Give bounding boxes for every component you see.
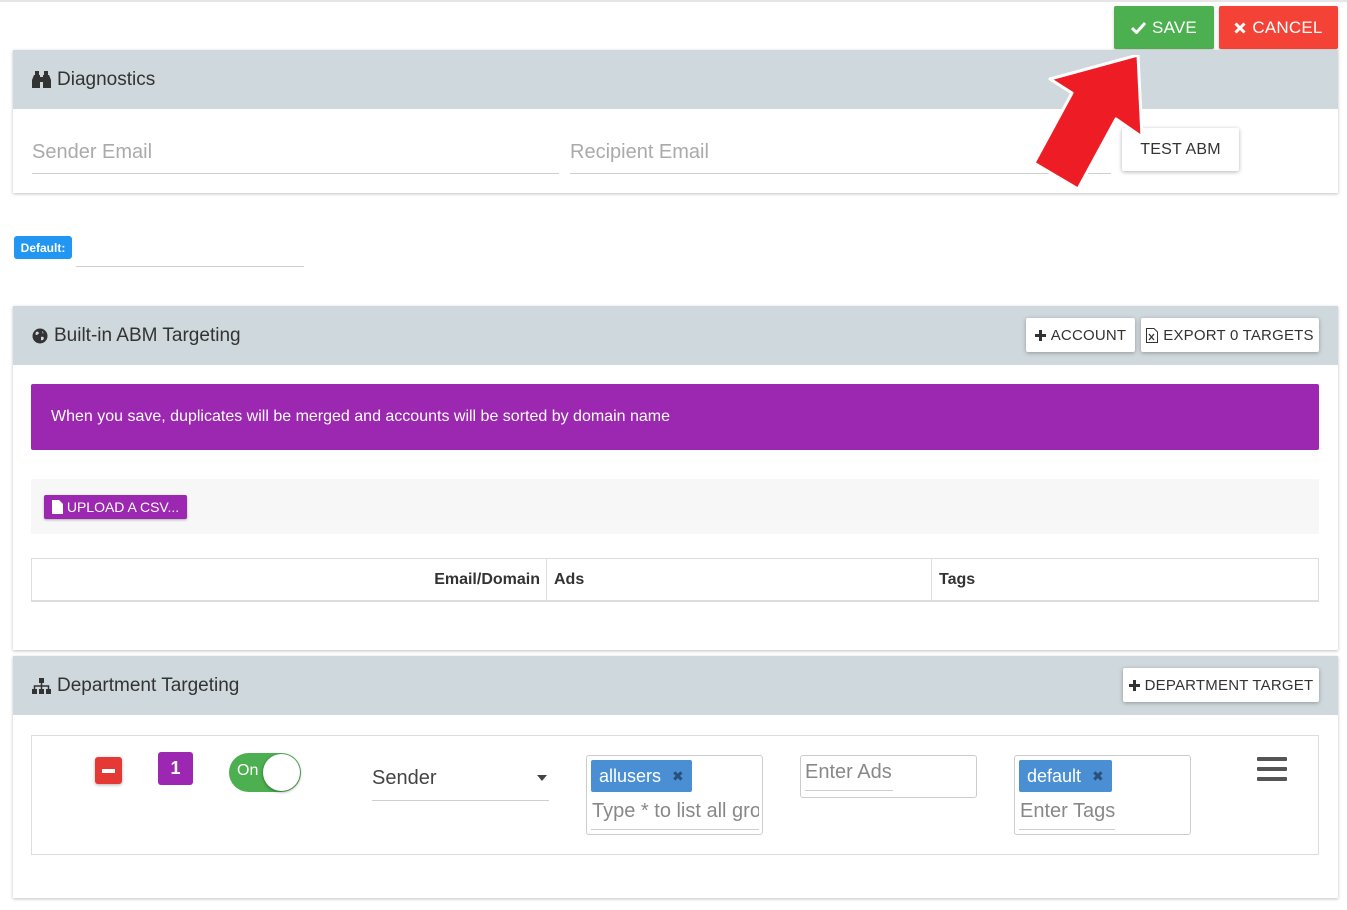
upload-area: UPLOAD A CSV... xyxy=(31,479,1319,534)
plus-icon xyxy=(1034,329,1046,341)
tags-tag-input[interactable]: default ✖ Enter Tags xyxy=(1014,755,1191,835)
tag-chip-label: default xyxy=(1027,765,1082,786)
binoculars-icon xyxy=(32,71,51,88)
abm-targeting-title: Built-in ABM Targeting xyxy=(54,324,241,346)
direction-select[interactable]: Sender xyxy=(372,756,549,801)
caret-down-icon xyxy=(537,775,547,781)
top-border xyxy=(0,0,1347,2)
toggle-label: On xyxy=(237,762,259,779)
excel-file-icon xyxy=(1146,327,1159,343)
close-icon xyxy=(1234,21,1246,34)
recipient-email-placeholder: Recipient Email xyxy=(570,141,709,163)
diagnostics-title: Diagnostics xyxy=(57,68,156,90)
groups-search-input[interactable]: Type * to list all groups xyxy=(591,800,759,830)
add-department-target-label: DEPARTMENT TARGET xyxy=(1144,676,1314,694)
department-targeting-panel: Department Targeting DEPARTMENT TARGET 1… xyxy=(13,656,1338,898)
abm-targeting-header: Built-in ABM Targeting ACCOUNT EXPORT 0 … xyxy=(13,306,1338,365)
globe-icon xyxy=(32,328,48,344)
cancel-button[interactable]: CANCEL xyxy=(1219,6,1338,49)
add-account-button[interactable]: ACCOUNT xyxy=(1026,318,1135,352)
default-badge: Default: xyxy=(14,236,72,259)
ads-tag-input[interactable]: Enter Ads xyxy=(800,755,977,798)
check-icon xyxy=(1131,21,1147,34)
export-targets-button[interactable]: EXPORT 0 TARGETS xyxy=(1141,318,1319,352)
enabled-toggle[interactable]: On xyxy=(229,753,301,792)
export-targets-label: EXPORT 0 TARGETS xyxy=(1163,326,1314,344)
sender-email-placeholder: Sender Email xyxy=(32,141,153,163)
minus-icon xyxy=(102,768,115,773)
save-button-label: SAVE xyxy=(1152,17,1197,37)
toggle-knob xyxy=(263,754,300,791)
file-icon xyxy=(51,500,63,514)
column-email-domain[interactable]: Email/Domain xyxy=(32,559,547,600)
add-department-target-button[interactable]: DEPARTMENT TARGET xyxy=(1123,668,1319,702)
tag-chip: default ✖ xyxy=(1019,760,1112,792)
default-input[interactable] xyxy=(76,266,304,267)
upload-csv-button[interactable]: UPLOAD A CSV... xyxy=(44,495,187,519)
merge-info-text: When you save, duplicates will be merged… xyxy=(51,408,670,425)
sender-email-field[interactable]: Sender Email xyxy=(32,132,559,174)
sitemap-icon xyxy=(32,677,51,694)
accounts-table-header: Email/Domain Ads Tags xyxy=(31,558,1319,602)
direction-select-value: Sender xyxy=(372,766,437,789)
column-ads[interactable]: Ads xyxy=(547,559,932,600)
department-targeting-title: Department Targeting xyxy=(57,674,240,696)
department-targeting-header: Department Targeting DEPARTMENT TARGET xyxy=(13,656,1338,715)
remove-chip-icon[interactable]: ✖ xyxy=(1092,768,1104,785)
group-chip: allusers ✖ xyxy=(591,760,692,792)
group-chip-label: allusers xyxy=(599,765,662,786)
groups-tag-input[interactable]: allusers ✖ Type * to list all groups xyxy=(586,755,763,835)
remove-row-button[interactable] xyxy=(95,757,122,784)
column-tags[interactable]: Tags xyxy=(932,559,1318,600)
cancel-button-label: CANCEL xyxy=(1252,17,1323,37)
drag-handle-icon[interactable] xyxy=(1257,757,1287,781)
add-account-label: ACCOUNT xyxy=(1050,326,1127,344)
save-button[interactable]: SAVE xyxy=(1114,6,1214,49)
department-target-row: 1 On Sender allusers ✖ Type * to list al… xyxy=(31,735,1319,855)
merge-info-alert: When you save, duplicates will be merged… xyxy=(31,384,1319,450)
ads-search-input[interactable]: Enter Ads xyxy=(805,761,893,791)
upload-csv-label: UPLOAD A CSV... xyxy=(66,499,180,515)
red-arrow-annotation xyxy=(1032,55,1144,191)
remove-chip-icon[interactable]: ✖ xyxy=(672,768,684,785)
tags-search-input[interactable]: Enter Tags xyxy=(1019,800,1115,830)
plus-icon xyxy=(1128,679,1140,691)
abm-targeting-panel: Built-in ABM Targeting ACCOUNT EXPORT 0 … xyxy=(13,306,1338,650)
row-number-badge: 1 xyxy=(158,752,193,785)
